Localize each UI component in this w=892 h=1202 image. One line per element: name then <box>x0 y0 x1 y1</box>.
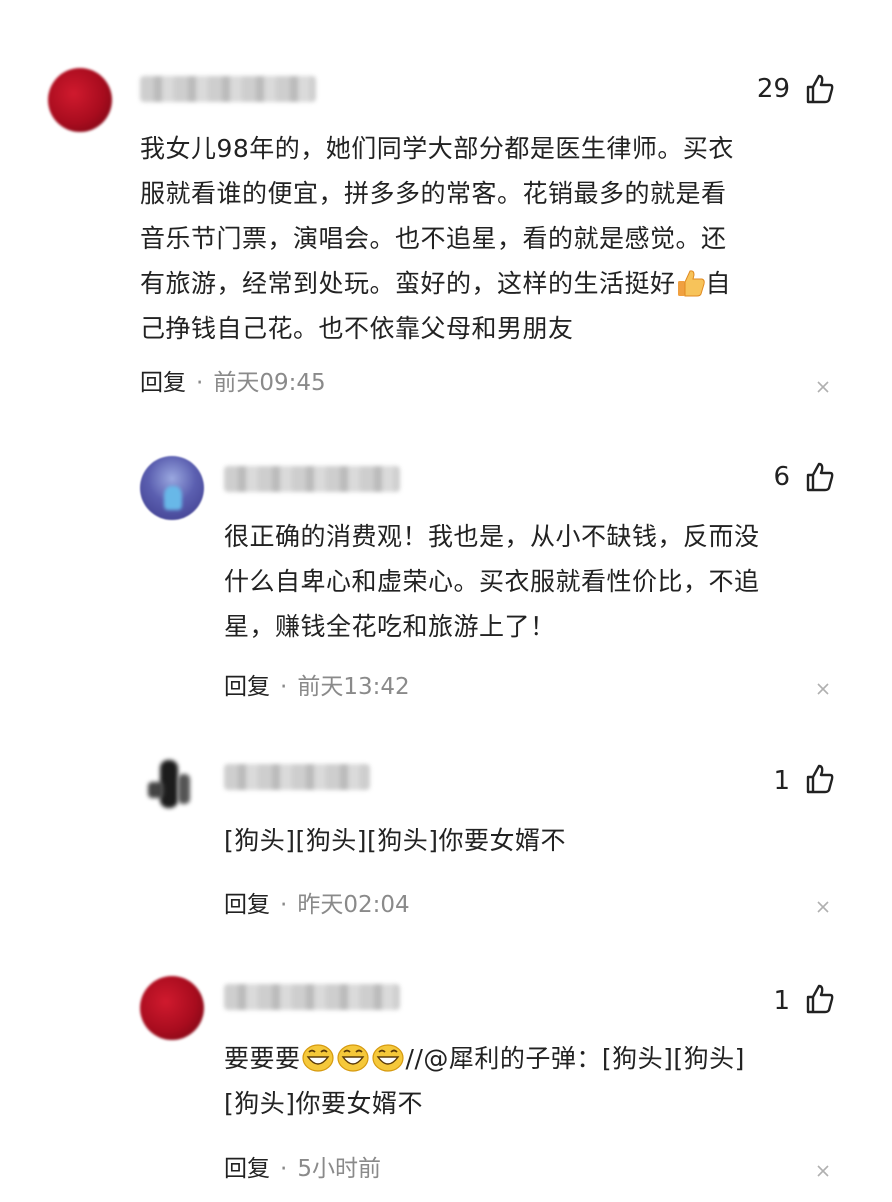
comment-text: 很正确的消费观！我也是，从小不缺钱，反而没 什么自卑心和虚荣心。买衣服就看性价比… <box>224 522 760 641</box>
reply-button[interactable]: 回复 <box>224 1156 270 1182</box>
grinning-face-emoji-icon <box>371 1044 404 1072</box>
username-blurred[interactable] <box>224 466 400 492</box>
like-count: 6 <box>773 462 790 492</box>
username-blurred[interactable] <box>224 764 370 790</box>
comment-meta: 回复 · 5小时前 <box>224 1156 381 1182</box>
comment-meta: 回复 · 昨天02:04 <box>224 892 410 918</box>
avatar[interactable] <box>140 752 204 820</box>
avatar[interactable] <box>48 68 112 132</box>
like-count: 29 <box>756 74 790 104</box>
thumbs-up-icon[interactable] <box>806 984 834 1014</box>
close-icon[interactable] <box>816 1164 830 1178</box>
comment-meta: 回复 · 前天09:45 <box>140 370 326 396</box>
reply-button[interactable]: 回复 <box>140 370 186 396</box>
grinning-face-emoji-icon <box>336 1044 369 1072</box>
comment-meta: 回复 · 前天13:42 <box>224 674 410 700</box>
timestamp: 前天09:45 <box>213 370 326 396</box>
timestamp: 昨天02:04 <box>297 892 410 918</box>
reply-button[interactable]: 回复 <box>224 892 270 918</box>
close-icon[interactable] <box>816 682 830 696</box>
close-icon[interactable] <box>816 380 830 394</box>
close-icon[interactable] <box>816 900 830 914</box>
like-count: 1 <box>773 766 790 796</box>
avatar[interactable] <box>140 456 204 520</box>
timestamp: 5小时前 <box>297 1156 381 1182</box>
like-count: 1 <box>773 986 790 1016</box>
timestamp: 前天13:42 <box>297 674 410 700</box>
thumbs-up-emoji-icon <box>677 270 705 297</box>
reply-button[interactable]: 回复 <box>224 674 270 700</box>
avatar[interactable] <box>140 976 204 1040</box>
thumbs-up-icon[interactable] <box>806 74 834 104</box>
grinning-face-emoji-icon <box>301 1044 334 1072</box>
username-blurred[interactable] <box>224 984 400 1010</box>
comment-text: 要要要 //@犀利的子弹：[狗头][狗头] [狗头]你要女婿不 <box>224 1036 864 1126</box>
comment-text: 我女儿98年的，她们同学大部分都是医生律师。买衣 服就看谁的便宜，拼多多的常客。… <box>140 134 734 343</box>
comment-text: [狗头][狗头][狗头]你要女婿不 <box>224 826 567 855</box>
username-blurred[interactable] <box>140 76 316 102</box>
thumbs-up-icon[interactable] <box>806 462 834 492</box>
thumbs-up-icon[interactable] <box>806 764 834 794</box>
